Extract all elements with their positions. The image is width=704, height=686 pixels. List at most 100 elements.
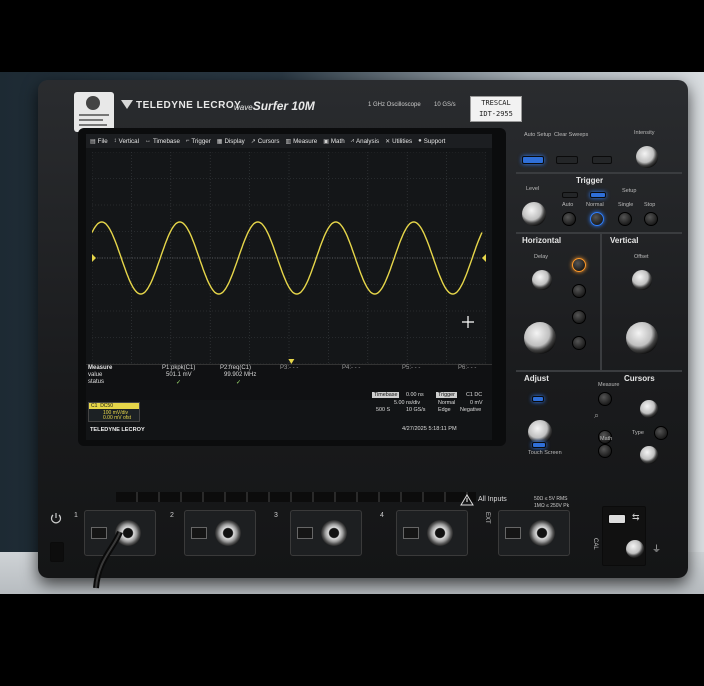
channel2-number: 2	[170, 512, 174, 519]
vent-grill	[116, 492, 476, 502]
timebase-delay: 0.00 ns	[406, 392, 424, 398]
status-check-icon: ✓	[176, 380, 182, 386]
menu-math[interactable]: ▣ Math	[323, 138, 344, 145]
adjust-knob[interactable]	[528, 420, 552, 444]
display-icon: ▦	[216, 138, 223, 145]
p6-label[interactable]: P6:- - -	[458, 365, 476, 371]
timebase-samples: 500 S	[376, 407, 391, 413]
menu-support[interactable]: ● Support	[418, 138, 445, 145]
trigger-stop-label: Stop	[644, 202, 656, 208]
power-switch[interactable]	[50, 542, 64, 562]
volts-div-knob[interactable]	[626, 322, 658, 354]
auto-setup-button[interactable]	[522, 156, 544, 164]
measure-button[interactable]	[598, 392, 612, 406]
menu-trigger[interactable]: ⌐ Trigger	[186, 138, 211, 145]
menu-cursors[interactable]: ↗ Cursors	[251, 138, 280, 145]
divider	[516, 232, 682, 234]
warning-icon	[460, 494, 474, 506]
asset-sticker	[74, 92, 114, 132]
trigger-auto-label: Auto	[562, 202, 574, 208]
channel1-button[interactable]	[572, 258, 586, 272]
p5-label[interactable]: P5:- - -	[402, 365, 420, 371]
model-label: waveSurfer 10M	[234, 99, 315, 113]
vertical-arrows-icon: ↕	[113, 138, 117, 144]
math-label: Math	[600, 436, 613, 442]
screen-brand: TELEDYNE LECROY	[90, 427, 145, 433]
p4-label[interactable]: P4:- - -	[342, 365, 360, 371]
auto-button[interactable]	[562, 212, 576, 226]
vertical-section-title: Vertical	[610, 236, 639, 245]
measure-icon: ▥	[285, 138, 292, 145]
display-screen[interactable]: ▤ File ↕ Vertical ↔ Timebase ⌐ Trigger ▦ Disp…	[86, 134, 492, 440]
trigger-normal-button[interactable]	[590, 192, 606, 198]
support-icon: ●	[418, 138, 422, 144]
cursor-knob-1[interactable]	[640, 400, 658, 418]
waveform-grid[interactable]	[92, 152, 486, 364]
intensity-knob[interactable]	[636, 146, 658, 168]
channel4-input[interactable]	[396, 510, 468, 556]
p1-label[interactable]: P1:pkpk(C1)	[162, 365, 195, 371]
timebase-rate: 10 GS/s	[406, 407, 426, 413]
usb-port[interactable]	[608, 514, 626, 524]
channel-offset: 0.00 mV ofst	[103, 415, 132, 421]
normal-button[interactable]	[590, 212, 604, 226]
trigger-icon: ⌐	[185, 138, 190, 144]
clear-sweeps-button[interactable]	[556, 156, 578, 164]
measure-header: Measure	[88, 365, 113, 371]
waveform-svg	[92, 152, 486, 364]
menu-file[interactable]: ▤ File	[90, 138, 108, 145]
horizontal-arrows-icon: ↔	[144, 138, 151, 144]
trigger-auto-button[interactable]	[562, 192, 578, 198]
calibration-sticker: TRESCAL IDT-2955	[470, 96, 522, 122]
cal-label: CAL	[592, 538, 598, 550]
menu-timebase[interactable]: ↔ Timebase	[145, 138, 180, 145]
channel2-button[interactable]	[572, 284, 586, 298]
timebase-trigger-box[interactable]: Timebase 0.00 ns Trigger C1 DC 5.00 ns/d…	[372, 392, 490, 422]
cursor-knob-2[interactable]	[640, 446, 658, 464]
all-inputs-label: All Inputs	[478, 496, 507, 503]
p3-label[interactable]: P3:- - -	[280, 365, 298, 371]
photo-scene: TELEDYNE LECROY waveSurfer 10M 1 GHz Osc…	[0, 72, 704, 594]
menu-vertical[interactable]: ↕ Vertical	[114, 138, 139, 145]
timebase-scale: 5.00 ns/div	[394, 400, 421, 406]
divider	[516, 172, 682, 174]
ext-input[interactable]	[498, 510, 570, 556]
single-button[interactable]	[618, 212, 632, 226]
channel3-number: 3	[274, 512, 278, 519]
menu-measure[interactable]: ▥ Measure	[285, 138, 317, 145]
teledyne-logo-icon	[121, 100, 133, 109]
adjust-indicator	[532, 396, 544, 402]
channel4-button[interactable]	[572, 336, 586, 350]
p2-label[interactable]: P2:freq(C1)	[220, 365, 251, 371]
stop-button[interactable]	[644, 212, 658, 226]
channel2-input[interactable]	[184, 510, 256, 556]
cal-terminal[interactable]	[626, 540, 644, 558]
intensity-label: Intensity	[634, 130, 655, 136]
trigger-normal-label: Normal	[586, 202, 604, 208]
print-button[interactable]	[592, 156, 612, 164]
timebase-knob[interactable]	[524, 322, 556, 354]
menu-display[interactable]: ▦ Display	[217, 138, 245, 145]
horizontal-section-title: Horizontal	[522, 236, 562, 245]
channel3-input[interactable]	[290, 510, 362, 556]
touch-screen-indicator	[532, 442, 546, 448]
trigger-level-knob[interactable]	[522, 202, 546, 226]
measure-value-row: value	[88, 372, 103, 378]
offset-knob[interactable]	[632, 270, 652, 290]
math-button[interactable]	[598, 444, 612, 458]
offset-label: Offset	[634, 254, 649, 260]
p1-value: 501.1 mV	[166, 372, 192, 378]
calibration-line2: IDT-2955	[479, 110, 513, 118]
channel3-button[interactable]	[572, 310, 586, 324]
status-check-icon: ✓	[236, 380, 242, 386]
cursor-type-button[interactable]	[654, 426, 668, 440]
channel1-number: 1	[74, 512, 78, 519]
p2-value: 99.902 MHz	[224, 372, 257, 378]
menu-analysis[interactable]: ⩘ Analysis	[351, 138, 379, 145]
analysis-icon: ⩘	[350, 137, 355, 144]
ext-label: EXT	[484, 512, 490, 524]
menu-utilities[interactable]: ✕ Utilities	[385, 138, 412, 145]
delay-knob[interactable]	[532, 270, 552, 290]
channel-descriptor-c1[interactable]: C1 DC50 100 mV/div 0.00 mV ofst	[88, 402, 140, 422]
lecroy-logo-icon	[86, 96, 100, 110]
